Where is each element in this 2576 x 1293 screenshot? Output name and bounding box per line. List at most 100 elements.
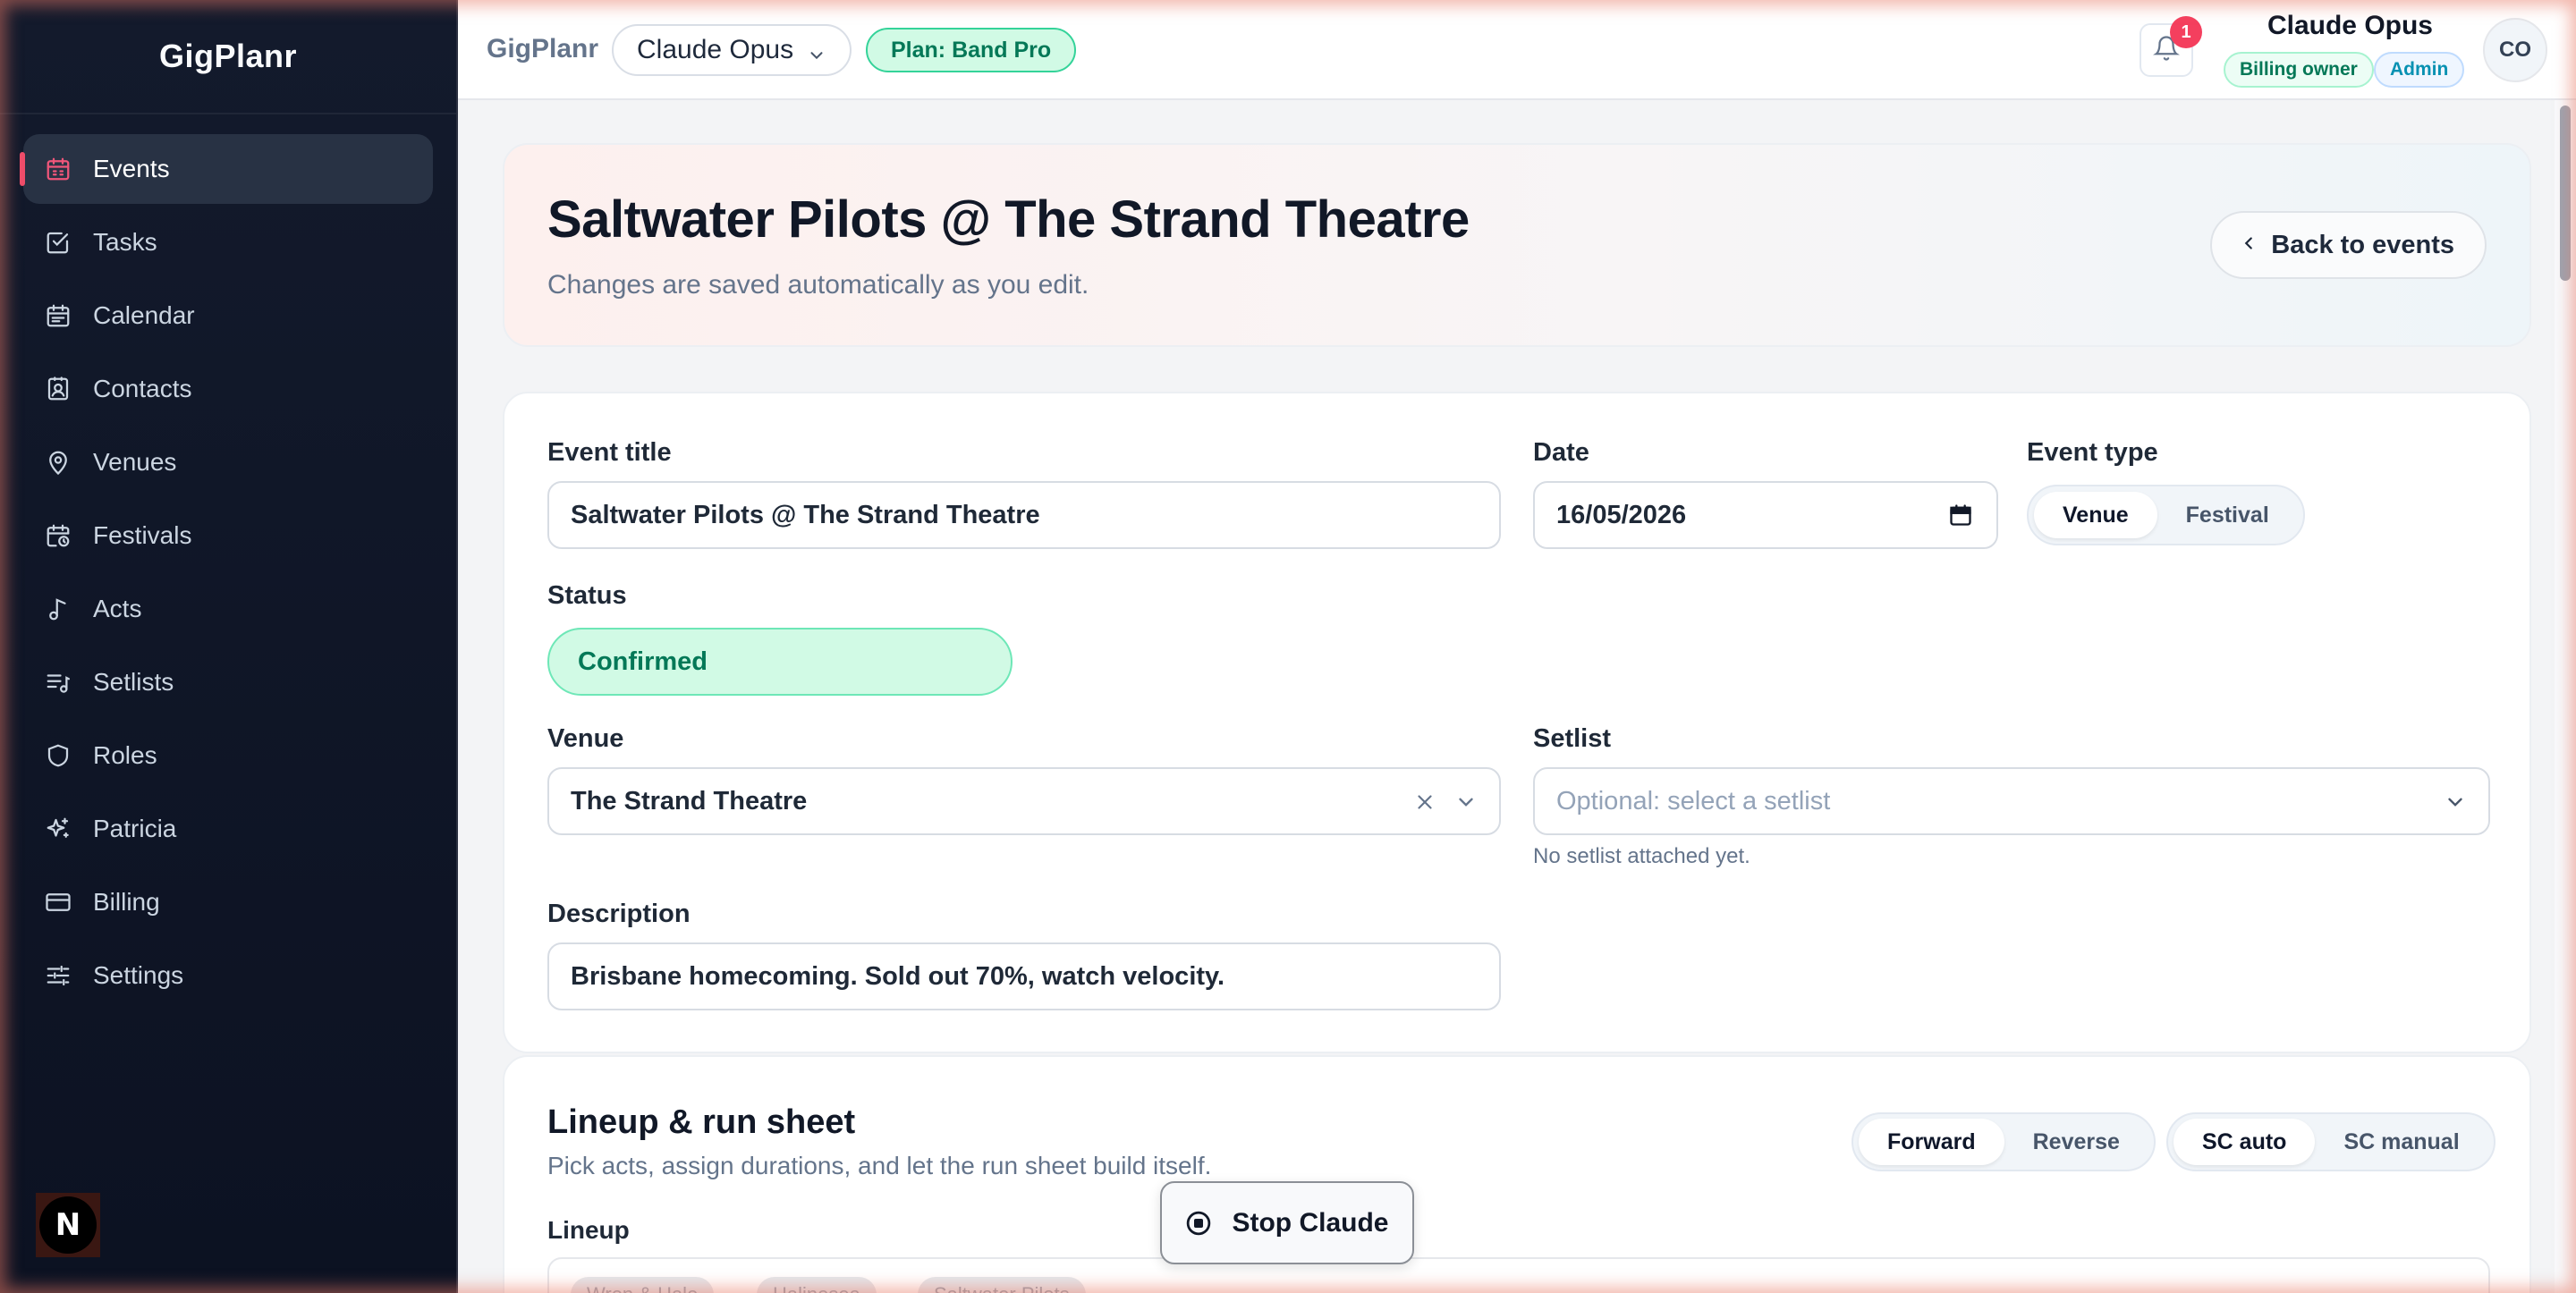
status-label: Status — [547, 581, 627, 610]
back-to-events-button[interactable]: Back to events — [2210, 211, 2487, 279]
sidebar-item-label: Tasks — [93, 228, 157, 256]
stop-record-icon — [1185, 1210, 1212, 1237]
sidebar-item-label: Calendar — [93, 301, 195, 329]
description-field[interactable]: Brisbane homecoming. Sold out 70%, watch… — [547, 942, 1501, 1010]
workspace-select-value: Claude Opus — [637, 35, 794, 64]
sparkles-icon — [45, 816, 72, 842]
calendar-picker-icon[interactable] — [1948, 503, 1973, 535]
admin-badge: Admin — [2374, 52, 2465, 88]
calendar-grid-icon — [45, 302, 72, 329]
sidebar-item-patricia[interactable]: Patricia — [23, 794, 433, 864]
back-button-label: Back to events — [2271, 230, 2454, 259]
event-header-card: Saltwater Pilots @ The Strand Theatre Ch… — [503, 143, 2531, 347]
direction-toggle: Forward Reverse — [1852, 1112, 2156, 1171]
description-value: Brisbane homecoming. Sold out 70%, watch… — [571, 961, 1225, 991]
event-form-card: Event title Saltwater Pilots @ The Stran… — [503, 392, 2531, 1053]
app-logo[interactable]: N — [36, 1193, 100, 1257]
scrollbar-thumb[interactable] — [2560, 106, 2571, 281]
direction-reverse[interactable]: Reverse — [2004, 1119, 2148, 1165]
chevron-left-icon — [2239, 231, 2271, 260]
sidebar-item-roles[interactable]: Roles — [23, 721, 433, 790]
avatar[interactable]: CO — [2483, 18, 2547, 82]
sidebar-item-venues[interactable]: Venues — [23, 427, 433, 497]
shield-icon — [45, 742, 72, 769]
description-label: Description — [547, 900, 691, 928]
setlist-hint: No setlist attached yet. — [1533, 844, 1750, 868]
lineup-label: Lineup — [547, 1216, 630, 1244]
calendar-clock-icon — [45, 522, 72, 549]
sliders-icon — [45, 962, 72, 989]
sidebar-item-label: Contacts — [93, 375, 192, 402]
setlist-select[interactable]: Optional: select a setlist — [1533, 767, 2490, 835]
direction-forward[interactable]: Forward — [1859, 1119, 2004, 1165]
page-title: Saltwater Pilots @ The Strand Theatre — [547, 190, 1470, 249]
sidebar-item-label: Billing — [93, 888, 160, 916]
setlist-placeholder: Optional: select a setlist — [1556, 786, 1831, 816]
topbar-brand: GigPlanr — [487, 34, 599, 63]
sidebar-item-label: Settings — [93, 961, 184, 989]
status-select[interactable]: Confirmed — [547, 628, 1013, 696]
sidebar-brand[interactable]: GigPlanr — [0, 0, 456, 114]
sidebar-item-label: Roles — [93, 741, 157, 769]
status-value: Confirmed — [578, 646, 708, 676]
lineup-title: Lineup & run sheet — [547, 1103, 856, 1141]
sidebar-item-festivals[interactable]: Festivals — [23, 501, 433, 570]
sidebar-nav: Events Tasks Calendar Contacts Venues Fe… — [0, 114, 456, 1010]
checkbox-icon — [45, 229, 72, 256]
sidebar-item-label: Patricia — [93, 815, 177, 842]
date-field[interactable]: 16/05/2026 — [1533, 481, 1998, 549]
venue-label: Venue — [547, 724, 624, 753]
music-note-icon — [45, 596, 72, 622]
map-pin-icon — [45, 449, 72, 476]
event-type-festival[interactable]: Festival — [2157, 492, 2298, 538]
sidebar: GigPlanr Events Tasks Calendar Contacts … — [0, 0, 458, 1293]
event-type-label: Event type — [2027, 438, 2158, 467]
app-logo-mark: N — [39, 1196, 97, 1254]
sidebar-item-contacts[interactable]: Contacts — [23, 354, 433, 424]
event-title-value: Saltwater Pilots @ The Strand Theatre — [571, 500, 1040, 529]
lineup-chip[interactable]: Saltwater Pilots — [918, 1277, 1086, 1293]
sidebar-item-calendar[interactable]: Calendar — [23, 281, 433, 351]
event-title-label: Event title — [547, 438, 672, 467]
event-title-field[interactable]: Saltwater Pilots @ The Strand Theatre — [547, 481, 1501, 549]
billing-owner-badge: Billing owner — [2224, 52, 2374, 88]
sidebar-item-tasks[interactable]: Tasks — [23, 207, 433, 277]
sc-mode-toggle: SC auto SC manual — [2166, 1112, 2496, 1171]
sc-manual[interactable]: SC manual — [2315, 1119, 2487, 1165]
calendar-icon — [45, 156, 72, 182]
sidebar-item-acts[interactable]: Acts — [23, 574, 433, 644]
lineup-card: Lineup & run sheet Pick acts, assign dur… — [503, 1055, 2531, 1293]
date-label: Date — [1533, 438, 1589, 467]
scrollbar[interactable] — [2555, 100, 2576, 1293]
setlist-label: Setlist — [1533, 724, 1612, 753]
workspace-select[interactable]: Claude Opus — [612, 24, 852, 76]
page-subtitle: Changes are saved automatically as you e… — [547, 270, 1089, 300]
lineup-chip[interactable]: Wren & Hale — [571, 1277, 715, 1293]
credit-card-icon — [45, 889, 72, 916]
sidebar-item-label: Venues — [93, 448, 177, 476]
venue-value: The Strand Theatre — [571, 786, 808, 816]
sidebar-item-settings[interactable]: Settings — [23, 941, 433, 1010]
chevron-down-icon — [1454, 790, 1478, 821]
user-name: Claude Opus — [2267, 11, 2433, 40]
sidebar-item-label: Festivals — [93, 521, 192, 549]
sidebar-item-billing[interactable]: Billing — [23, 867, 433, 937]
sidebar-item-label: Events — [93, 155, 170, 182]
chevron-down-icon — [807, 42, 826, 72]
stop-claude-label: Stop Claude — [1232, 1207, 1389, 1238]
date-value: 16/05/2026 — [1556, 500, 1687, 529]
stop-claude-button[interactable]: Stop Claude — [1160, 1181, 1414, 1264]
sc-auto[interactable]: SC auto — [2174, 1119, 2316, 1165]
list-music-icon — [45, 669, 72, 696]
venue-select[interactable]: The Strand Theatre — [547, 767, 1501, 835]
sidebar-item-events[interactable]: Events — [20, 134, 433, 204]
sidebar-item-setlists[interactable]: Setlists — [23, 647, 433, 717]
topbar: GigPlanr Claude Opus Plan: Band Pro 1 Cl… — [458, 0, 2576, 100]
lineup-chip[interactable]: Halinesea — [757, 1277, 877, 1293]
contact-card-icon — [45, 376, 72, 402]
lineup-subtitle: Pick acts, assign durations, and let the… — [547, 1152, 1212, 1179]
event-type-venue[interactable]: Venue — [2034, 492, 2157, 538]
event-type-toggle: Venue Festival — [2027, 485, 2305, 545]
clear-icon[interactable] — [1413, 790, 1436, 821]
plan-badge: Plan: Band Pro — [866, 28, 1077, 72]
